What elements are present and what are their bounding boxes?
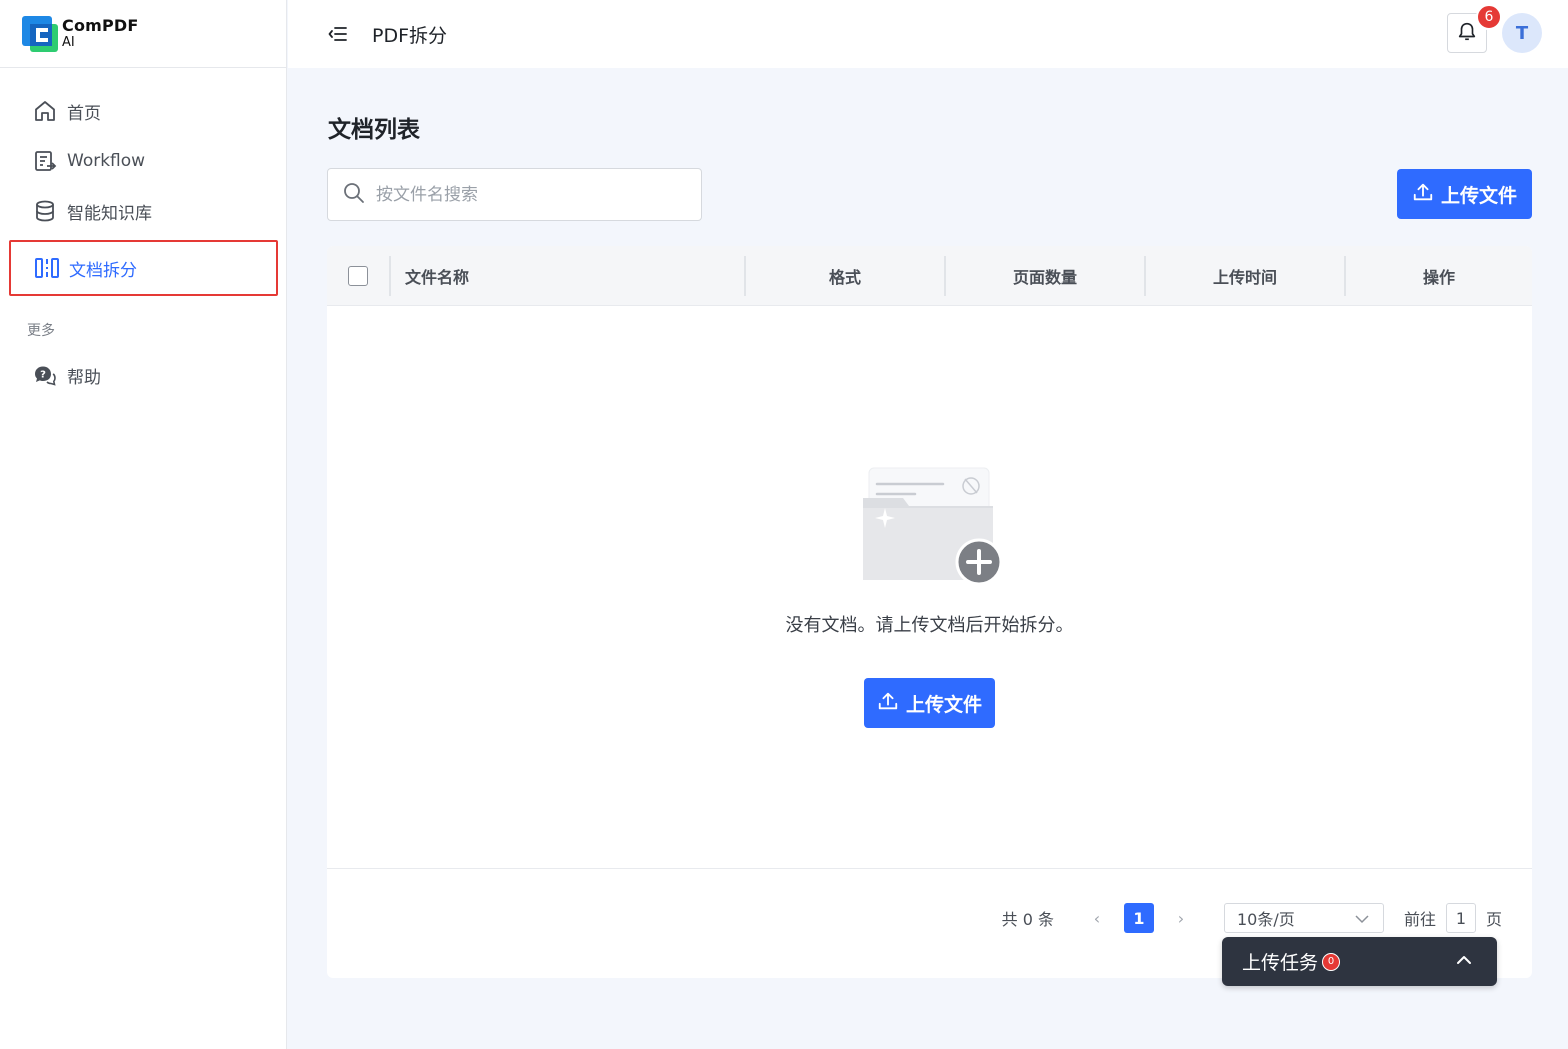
search-input[interactable]	[376, 184, 676, 205]
sidebar-item-label: 首页	[67, 103, 101, 124]
search-box	[327, 168, 702, 221]
column-header-upload-time: 上传时间	[1144, 255, 1344, 296]
select-all-checkbox[interactable]	[348, 265, 368, 286]
sidebar-item-label: 文档拆分	[69, 260, 137, 281]
empty-upload-file-label: 上传文件	[905, 693, 982, 716]
pagination-page-current[interactable]: 1	[1123, 903, 1154, 933]
sidebar: ComPDF AI 首页 Workflow 智能知识库 文档拆分 更多 ? 帮助	[0, 0, 287, 1049]
page-suffix-label: 页	[1485, 910, 1502, 929]
upload-file-label: 上传文件	[1440, 184, 1517, 207]
sidebar-item-label: Workflow	[67, 151, 146, 171]
document-list-title: 文档列表	[328, 117, 420, 143]
search-icon	[342, 181, 366, 209]
sidebar-item-document-split[interactable]: 文档拆分	[9, 240, 278, 296]
sidebar-item-label: 帮助	[67, 367, 101, 388]
column-header-actions: 操作	[1344, 255, 1532, 296]
database-icon	[32, 198, 58, 224]
logo-sub: AI	[62, 34, 75, 50]
upload-file-button[interactable]: 上传文件	[1397, 169, 1532, 219]
page-title: PDF拆分	[372, 24, 448, 47]
column-header-format: 格式	[744, 255, 944, 296]
pagination: 共 0 条 ‹ 1 › 10条/页 前往 页	[1002, 903, 1502, 933]
split-icon	[34, 255, 60, 281]
empty-upload-file-button[interactable]: 上传文件	[864, 678, 995, 728]
upload-icon	[877, 690, 899, 717]
compdf-logo-icon	[22, 15, 58, 52]
table-header: 文件名称 格式 页面数量 上传时间 操作	[327, 246, 1532, 306]
sidebar-nav: 首页 Workflow 智能知识库 文档拆分 更多 ? 帮助	[0, 68, 286, 400]
sidebar-item-help[interactable]: ? 帮助	[0, 350, 286, 400]
prev-page-icon[interactable]: ‹	[1082, 909, 1112, 928]
document-table-card: 文件名称 格式 页面数量 上传时间 操作 没有文档。请上传文档后开始拆分。 上传…	[327, 246, 1532, 978]
chevron-up-icon[interactable]	[1455, 951, 1473, 974]
sidebar-item-knowledge-base[interactable]: 智能知识库	[0, 186, 286, 236]
empty-state-message: 没有文档。请上传文档后开始拆分。	[785, 615, 1074, 636]
upload-task-count-badge: 0	[1322, 952, 1341, 971]
notification-badge: 6	[1476, 4, 1502, 30]
help-chat-icon: ?	[32, 362, 58, 388]
goto-label: 前往	[1403, 910, 1436, 929]
column-header-file-name: 文件名称	[389, 255, 744, 296]
goto-page-input[interactable]	[1445, 903, 1476, 933]
pagination-total: 共 0 条	[1001, 910, 1054, 929]
sidebar-item-home[interactable]: 首页	[0, 86, 286, 136]
svg-text:?: ?	[40, 370, 46, 381]
page-size-select[interactable]: 10条/页	[1223, 903, 1384, 933]
next-page-icon[interactable]: ›	[1166, 909, 1196, 928]
topbar: PDF拆分 6 T	[288, 0, 1568, 68]
avatar[interactable]: T	[1502, 13, 1542, 53]
workflow-icon	[32, 148, 58, 174]
column-header-page-count: 页面数量	[944, 255, 1144, 296]
home-icon	[32, 98, 58, 124]
logo-name: ComPDF	[62, 15, 139, 35]
chevron-down-icon	[1355, 909, 1369, 928]
logo[interactable]: ComPDF AI	[0, 0, 286, 68]
menu-collapse-icon[interactable]	[326, 22, 350, 46]
sidebar-item-label: 智能知识库	[67, 203, 152, 224]
upload-icon	[1412, 181, 1434, 208]
upload-task-panel[interactable]: 上传任务 0	[1222, 937, 1497, 986]
sidebar-section-more: 更多	[27, 323, 55, 339]
empty-folder-illustration	[861, 464, 1006, 599]
bell-icon	[1456, 20, 1478, 46]
page-size-value: 10条/页	[1236, 910, 1295, 929]
sidebar-item-workflow[interactable]: Workflow	[0, 136, 286, 186]
upload-task-label: 上传任务	[1242, 952, 1319, 974]
empty-state: 没有文档。请上传文档后开始拆分。 上传文件	[327, 306, 1532, 869]
